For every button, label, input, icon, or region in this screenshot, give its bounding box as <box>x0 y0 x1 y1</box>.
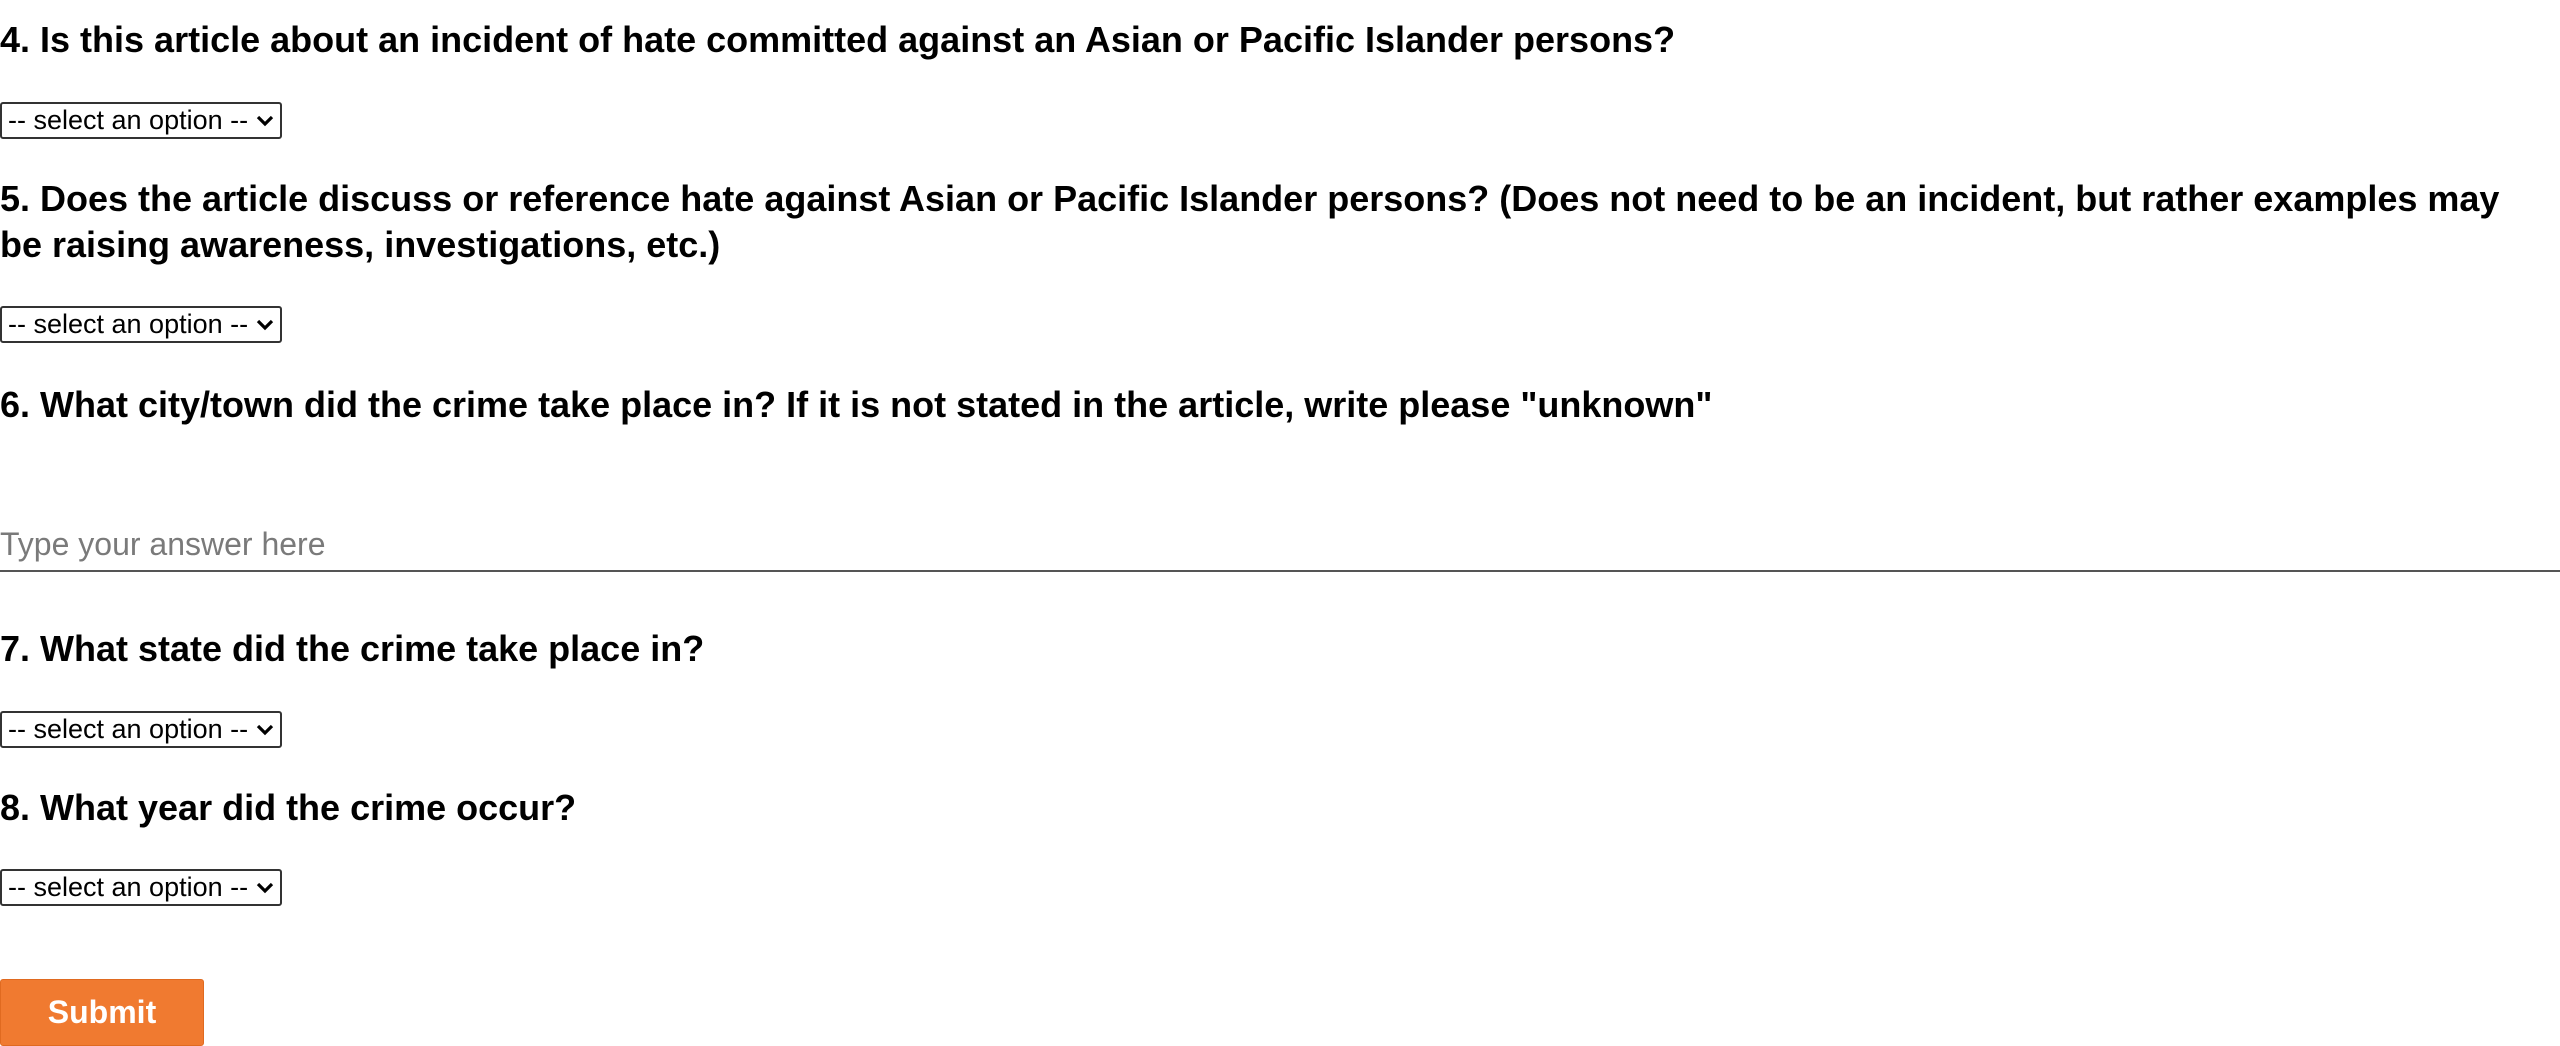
question-5-title: 5. Does the article discuss or reference… <box>0 178 2500 265</box>
question-8-select[interactable]: -- select an option -- <box>0 869 282 906</box>
submit-button[interactable]: Submit <box>0 979 204 1046</box>
question-5-select[interactable]: -- select an option -- <box>0 306 282 343</box>
question-7-title: 7. What state did the crime take place i… <box>0 628 705 669</box>
chevron-down-icon <box>250 104 280 137</box>
survey-form: 4. Is this article about an incident of … <box>0 0 2560 1046</box>
chevron-down-icon <box>250 713 280 746</box>
question-4-select[interactable]: -- select an option -- <box>0 102 282 139</box>
chevron-down-icon <box>250 871 280 904</box>
question-7-select[interactable]: -- select an option -- <box>0 711 282 748</box>
chevron-down-icon <box>250 308 280 341</box>
question-6-title: 6. What city/town did the crime take pla… <box>0 384 1713 425</box>
city-answer-input[interactable] <box>0 518 2560 572</box>
question-4-select-value: -- select an option -- <box>8 105 249 135</box>
question-7-select-value: -- select an option -- <box>8 714 249 744</box>
question-4-title: 4. Is this article about an incident of … <box>0 19 1676 60</box>
question-8-title: 8. What year did the crime occur? <box>0 787 577 828</box>
question-8-select-value: -- select an option -- <box>8 872 249 902</box>
question-5-select-value: -- select an option -- <box>8 309 249 339</box>
